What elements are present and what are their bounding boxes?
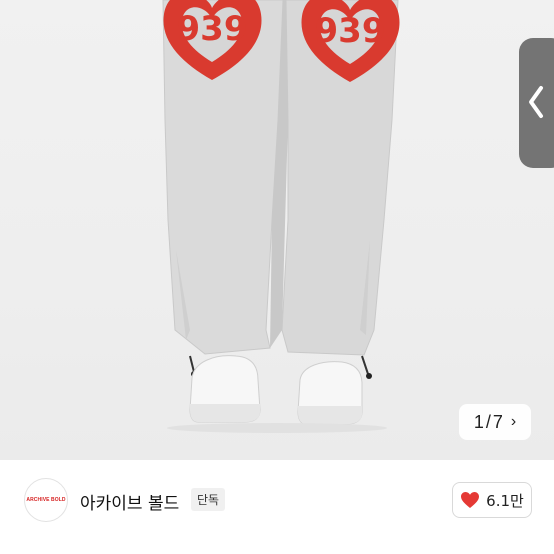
side-arrow-button[interactable] (519, 38, 554, 168)
sweatpants-illustration: 939 939 (162, 0, 400, 433)
counter-total: 7 (492, 411, 503, 432)
counter-current: 1 (473, 411, 484, 432)
print-text-left: 939 (177, 9, 248, 49)
like-count: 6.1만 (486, 491, 524, 510)
chevron-right-icon: › (510, 413, 517, 430)
shop-logo[interactable]: ARCHIVE BOLD (24, 478, 68, 522)
shop-bar: ARCHIVE BOLD 아카이브 볼드 단독 6.1만 (0, 460, 554, 554)
product-photo[interactable]: 939 939 1 / 7 › (0, 0, 554, 460)
shop-logo-text: ARCHIVE BOLD (26, 497, 66, 503)
exclusive-badge: 단독 (191, 488, 226, 511)
like-button[interactable]: 6.1만 (452, 482, 532, 518)
image-counter[interactable]: 1 / 7 › (459, 404, 531, 440)
counter-separator: / (485, 411, 491, 432)
chevron-left-icon (529, 86, 543, 118)
shop-name[interactable]: 아카이브 볼드 (80, 489, 179, 514)
heart-icon (461, 492, 480, 508)
print-text-right: 939 (315, 11, 386, 51)
